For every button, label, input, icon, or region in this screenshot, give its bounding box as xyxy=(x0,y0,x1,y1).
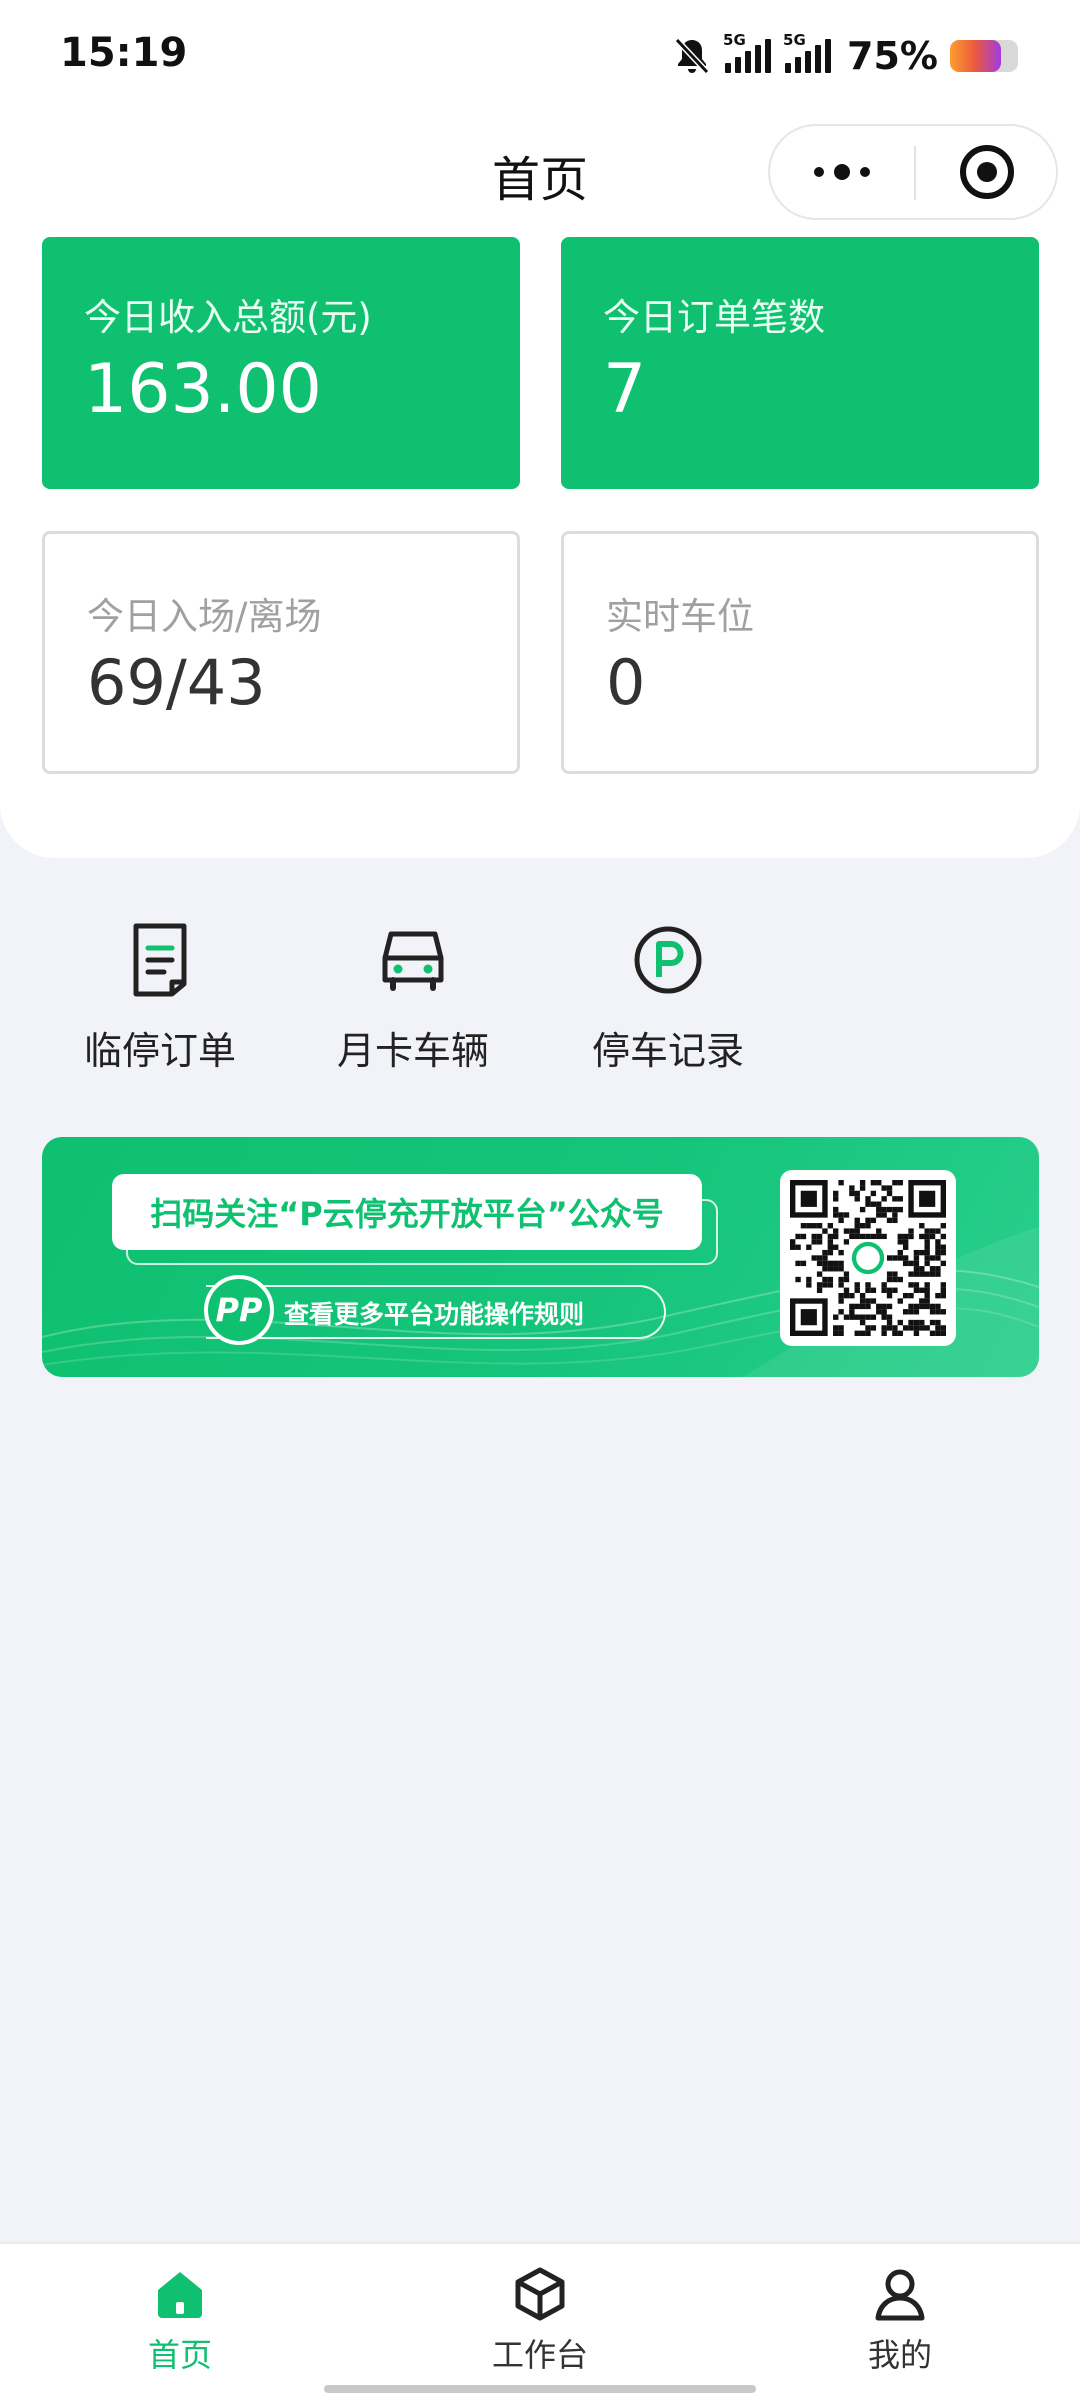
banner-headline: 扫码关注“P云停充开放平台”公众号 xyxy=(112,1174,702,1250)
close-mini-program-button[interactable] xyxy=(916,126,1058,218)
tab-label: 我的 xyxy=(867,2336,932,2374)
income-label: 今日收入总额(元) xyxy=(84,296,372,339)
shortcut-temp-orders[interactable]: 临停订单 xyxy=(40,920,280,1075)
bottom-tab-bar: 首页 工作台 我的 xyxy=(0,2242,1080,2400)
shortcut-label: 月卡车辆 xyxy=(336,1029,489,1073)
bell-muted-icon xyxy=(674,37,710,75)
network-2-label: 5G xyxy=(783,31,806,49)
user-icon xyxy=(875,2269,925,2321)
signal-2-icon: 5G xyxy=(783,31,832,73)
tab-workbench[interactable]: 工作台 xyxy=(420,2244,660,2376)
income-card[interactable]: 今日收入总额(元) 163.00 xyxy=(42,237,520,489)
orders-label: 今日订单笔数 xyxy=(603,296,825,339)
parking-icon xyxy=(634,926,702,994)
signal-1-icon: 5G xyxy=(723,31,772,73)
tab-home[interactable]: 首页 xyxy=(60,2244,300,2376)
tab-label: 首页 xyxy=(147,2336,212,2374)
status-time: 15:19 xyxy=(60,30,188,76)
banner-subline: 查看更多平台功能操作规则 xyxy=(284,1300,585,1329)
car-icon xyxy=(382,931,444,991)
battery-percent: 75% xyxy=(847,34,938,78)
dot-icon xyxy=(860,167,870,177)
spaces-value: 0 xyxy=(606,646,646,719)
shortcut-monthly-cars[interactable]: 月卡车辆 xyxy=(293,920,533,1075)
orders-card[interactable]: 今日订单笔数 7 xyxy=(561,237,1039,489)
tab-mine[interactable]: 我的 xyxy=(780,2244,1020,2376)
qr-code-icon xyxy=(790,1180,946,1336)
spaces-label: 实时车位 xyxy=(606,595,754,638)
status-bar: 15:19 5G 5G 75% xyxy=(0,0,1080,110)
dot-icon xyxy=(814,167,824,177)
document-icon xyxy=(133,923,187,997)
dot-icon xyxy=(834,164,850,180)
spaces-card[interactable]: 实时车位 0 xyxy=(561,531,1039,774)
network-1-label: 5G xyxy=(723,31,746,49)
shortcut-grid: 临停订单 月卡车辆 停车记录 xyxy=(0,920,1080,1080)
shortcut-label: 停车记录 xyxy=(591,1029,744,1073)
shortcut-parking-records[interactable]: 停车记录 xyxy=(548,920,788,1075)
battery-icon xyxy=(950,40,1018,72)
target-icon xyxy=(960,145,1014,199)
entries-card[interactable]: 今日入场/离场 69/43 xyxy=(42,531,520,774)
tab-label: 工作台 xyxy=(491,2336,588,2374)
shortcut-label: 临停订单 xyxy=(83,1029,236,1073)
home-indicator[interactable] xyxy=(324,2385,756,2393)
pp-logo-icon: PP xyxy=(204,1275,274,1345)
mini-program-capsule xyxy=(768,124,1058,220)
income-value: 163.00 xyxy=(84,350,322,429)
entries-label: 今日入场/离场 xyxy=(87,595,322,638)
entries-value: 69/43 xyxy=(87,646,266,719)
qr-code xyxy=(780,1170,956,1346)
cube-icon xyxy=(515,2267,565,2321)
orders-value: 7 xyxy=(603,350,647,429)
follow-account-banner[interactable]: 扫码关注“P云停充开放平台”公众号 PP 查看更多平台功能操作规则 xyxy=(42,1137,1039,1377)
more-options-button[interactable] xyxy=(770,126,914,218)
home-icon xyxy=(158,2272,202,2318)
status-indicators: 5G 5G 75% xyxy=(673,30,1018,82)
battery-fill xyxy=(950,40,1001,72)
